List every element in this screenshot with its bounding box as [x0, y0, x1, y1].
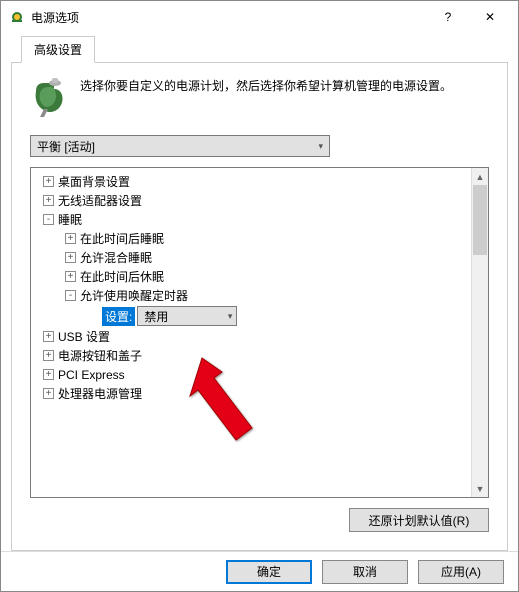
description-text: 选择你要自定义的电源计划，然后选择你希望计算机管理的电源设置。 — [80, 75, 452, 95]
tree-item[interactable]: -允许使用唤醒定时器 — [33, 286, 469, 305]
dialog-buttons: 确定 取消 应用(A) — [1, 551, 518, 591]
expand-icon[interactable]: + — [65, 233, 76, 244]
expand-icon[interactable]: + — [65, 271, 76, 282]
titlebar: 电源选项 ? ✕ — [1, 1, 518, 33]
tree-item-label: 允许使用唤醒定时器 — [80, 287, 188, 304]
tree-item-label: 在此时间后睡眠 — [80, 230, 164, 247]
expand-icon[interactable]: + — [43, 388, 54, 399]
tree-item[interactable]: + PCI Express — [33, 365, 469, 384]
tree-item[interactable]: + 允许混合睡眠 — [33, 248, 469, 267]
help-icon: ? — [445, 10, 452, 24]
tree-item-label: 允许混合睡眠 — [80, 249, 152, 266]
collapse-icon[interactable]: - — [43, 214, 54, 225]
tree-item[interactable]: -睡眠 — [33, 210, 469, 229]
settings-tree[interactable]: +桌面背景设置+无线适配器设置-睡眠+在此时间后睡眠+允许混合睡眠+在此时间后休… — [31, 168, 471, 497]
tree-item-label: 睡眠 — [58, 211, 82, 228]
close-icon: ✕ — [485, 10, 495, 24]
scroll-down-icon[interactable]: ▼ — [472, 480, 488, 497]
expand-icon[interactable]: + — [43, 350, 54, 361]
power-plan-select[interactable]: 平衡 [活动] ▾ — [30, 135, 330, 157]
tree-item[interactable]: + USB 设置 — [33, 327, 469, 346]
setting-value: 禁用 — [144, 308, 168, 325]
scroll-up-icon[interactable]: ▲ — [472, 168, 488, 185]
tree-item-label: USB 设置 — [58, 328, 110, 345]
tab-advanced[interactable]: 高级设置 — [21, 36, 95, 63]
tree-item-label: PCI Express — [58, 368, 125, 382]
tree-item[interactable]: + 电源按钮和盖子 — [33, 346, 469, 365]
collapse-icon[interactable]: - — [65, 290, 76, 301]
restore-defaults-button[interactable]: 还原计划默认值(R) — [349, 508, 489, 532]
close-button[interactable]: ✕ — [470, 3, 510, 31]
tree-item[interactable]: + 桌面背景设置 — [33, 172, 469, 191]
tree-item[interactable]: + 在此时间后睡眠 — [33, 229, 469, 248]
tree-item-label: 处理器电源管理 — [58, 385, 142, 402]
help-button[interactable]: ? — [428, 3, 468, 31]
apply-button[interactable]: 应用(A) — [418, 560, 504, 584]
scroll-thumb[interactable] — [473, 185, 487, 255]
window-title: 电源选项 — [31, 9, 426, 26]
setting-row: 设置: 禁用 ▾ — [33, 305, 469, 327]
tree-item-label: 电源按钮和盖子 — [58, 347, 142, 364]
settings-tree-container: +桌面背景设置+无线适配器设置-睡眠+在此时间后睡眠+允许混合睡眠+在此时间后休… — [30, 167, 489, 498]
expand-icon[interactable]: + — [43, 176, 54, 187]
power-plan-icon — [30, 75, 70, 119]
cancel-button[interactable]: 取消 — [322, 560, 408, 584]
tree-item-label: 桌面背景设置 — [58, 173, 130, 190]
tree-item-label: 在此时间后休眠 — [80, 268, 164, 285]
setting-label: 设置: — [102, 307, 135, 326]
setting-value-select[interactable]: 禁用 ▾ — [137, 306, 237, 326]
scrollbar[interactable]: ▲ ▼ — [471, 168, 488, 497]
expand-icon[interactable]: + — [43, 331, 54, 342]
tree-item[interactable]: + 无线适配器设置 — [33, 191, 469, 210]
content-panel: 选择你要自定义的电源计划，然后选择你希望计算机管理的电源设置。 平衡 [活动] … — [11, 63, 508, 551]
tabstrip: 高级设置 — [11, 37, 508, 63]
tree-item[interactable]: + 处理器电源管理 — [33, 384, 469, 403]
expand-icon[interactable]: + — [43, 369, 54, 380]
chevron-down-icon: ▾ — [228, 311, 233, 322]
tree-item-label: 无线适配器设置 — [58, 192, 142, 209]
tree-item[interactable]: + 在此时间后休眠 — [33, 267, 469, 286]
chevron-down-icon: ▾ — [318, 141, 323, 152]
ok-button[interactable]: 确定 — [226, 560, 312, 584]
power-options-icon — [9, 9, 25, 25]
expand-icon[interactable]: + — [43, 195, 54, 206]
expand-icon[interactable]: + — [65, 252, 76, 263]
power-plan-selected: 平衡 [活动] — [37, 138, 95, 155]
